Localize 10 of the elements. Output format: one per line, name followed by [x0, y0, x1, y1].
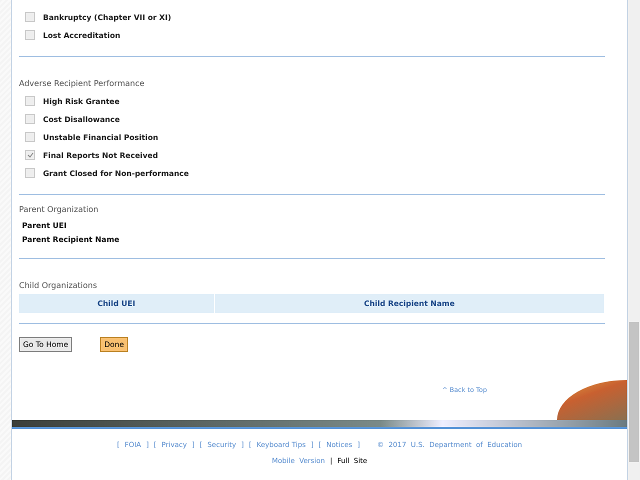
checkbox[interactable] — [25, 132, 35, 142]
checkbox[interactable] — [25, 96, 35, 106]
checkbox[interactable] — [25, 114, 35, 124]
section-title: Child Organizations — [19, 281, 98, 290]
section-title: Parent Organization — [19, 205, 100, 214]
checkbox[interactable] — [25, 30, 35, 40]
section-title: Adverse Recipient Performance — [19, 79, 146, 88]
checkbox[interactable] — [25, 168, 35, 178]
checkbox[interactable] — [25, 150, 35, 160]
checkbox[interactable] — [25, 12, 35, 22]
